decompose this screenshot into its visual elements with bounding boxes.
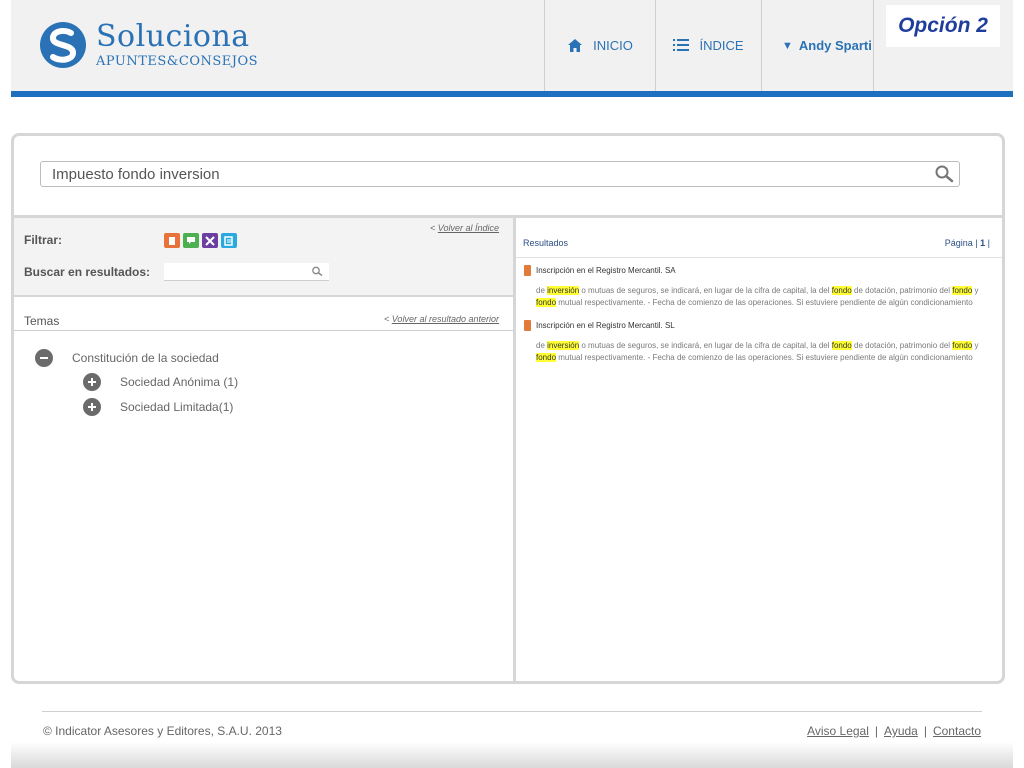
nav-indice-label: ÍNDICE — [699, 38, 744, 53]
bottom-bar — [11, 742, 1013, 768]
footer-links: Aviso Legal | Ayuda | Contacto — [807, 724, 981, 738]
tree-item-label: Sociedad Limitada(1) — [120, 400, 234, 414]
filter-icons — [164, 233, 237, 248]
temas-title: Temas — [24, 314, 60, 328]
temas-header: Temas < Volver al resultado anterior — [14, 311, 513, 331]
document-icon — [524, 265, 531, 276]
nav-inicio-label: INICIO — [593, 38, 633, 53]
back-to-previous-link[interactable]: < Volver al resultado anterior — [384, 314, 499, 324]
ayuda-link[interactable]: Ayuda — [884, 724, 918, 738]
home-icon — [567, 38, 583, 53]
pagination-label: Página — [944, 238, 973, 248]
results-panel: Resultados Página | 1 | Inscripción en e… — [516, 218, 1002, 681]
list-icon — [673, 39, 690, 52]
footer-divider — [42, 711, 982, 712]
aviso-legal-link[interactable]: Aviso Legal — [807, 724, 869, 738]
filter-purple-icon[interactable] — [202, 233, 218, 248]
result-snippet: de inversión o mutuas de seguros, se ind… — [536, 341, 979, 362]
result-title[interactable]: Inscripción en el Registro Mercantil. SA — [536, 266, 676, 275]
logo-subtitle: APUNTES&CONSEJOS — [96, 53, 259, 69]
results-header: Resultados Página | 1 | — [516, 218, 1002, 258]
logo-s-icon — [40, 22, 86, 68]
filter-label: Filtrar: — [24, 233, 63, 247]
result-item[interactable]: Inscripción en el Registro Mercantil. SL… — [524, 320, 994, 364]
result-snippet: de inversión o mutuas de seguros, se ind… — [536, 286, 979, 307]
expand-icon[interactable] — [83, 398, 101, 416]
tree-item-sociedad-limitada[interactable]: Sociedad Limitada(1) — [83, 398, 233, 416]
results-title: Resultados — [523, 238, 569, 248]
tree-item-label: Constitución de la sociedad — [72, 351, 219, 365]
nav-indice[interactable]: ÍNDICE — [655, 0, 761, 91]
contacto-link[interactable]: Contacto — [933, 724, 981, 738]
collapse-icon[interactable] — [35, 349, 53, 367]
tree-item-sociedad-anonima[interactable]: Sociedad Anónima (1) — [83, 373, 238, 391]
pagination-current[interactable]: 1 — [980, 238, 985, 248]
filter-area: Filtrar: < Volver al Índice Buscar en re… — [14, 218, 513, 297]
tree-item-label: Sociedad Anónima (1) — [120, 375, 239, 389]
filter-panel: Filtrar: < Volver al Índice Buscar en re… — [14, 218, 513, 681]
filter-green-icon[interactable] — [183, 233, 199, 248]
user-menu[interactable]: ▼ Andy Sparti — [761, 0, 874, 91]
tree-item-constitucion[interactable]: Constitución de la sociedad — [35, 349, 219, 367]
search-icon[interactable] — [929, 165, 959, 183]
document-icon — [524, 320, 531, 331]
filter-cyan-icon[interactable] — [221, 233, 237, 248]
search-query: Impuesto fondo inversion — [52, 165, 220, 183]
pagination: Página | 1 | — [944, 238, 990, 248]
expand-icon[interactable] — [83, 373, 101, 391]
footer-separator: | — [923, 724, 927, 738]
option-badge: Opción 2 — [886, 5, 1000, 47]
nav-inicio[interactable]: INICIO — [544, 0, 655, 91]
user-name: Andy Sparti — [798, 38, 872, 53]
copyright: © Indicator Asesores y Editores, S.A.U. … — [43, 724, 282, 738]
caret-down-icon: ▼ — [782, 39, 793, 52]
logo-title: Soluciona — [96, 18, 250, 54]
result-item[interactable]: Inscripción en el Registro Mercantil. SA… — [524, 265, 994, 309]
main-nav: INICIO ÍNDICE ▼ Andy Sparti — [544, 0, 874, 91]
logo[interactable]: Soluciona APUNTES&CONSEJOS — [38, 20, 258, 70]
search-input[interactable]: Impuesto fondo inversion — [40, 161, 960, 187]
app-header: Soluciona APUNTES&CONSEJOS INICIO ÍNDICE… — [11, 0, 1013, 97]
back-to-index-link[interactable]: < Volver al Índice — [430, 223, 499, 233]
results-search-input[interactable] — [164, 263, 329, 281]
search-results-label: Buscar en resultados: — [24, 265, 151, 279]
footer-separator: | — [874, 724, 879, 738]
filter-orange-icon[interactable] — [164, 233, 180, 248]
search-icon[interactable] — [311, 263, 323, 281]
main-frame: Impuesto fondo inversion Filtrar: < Volv… — [11, 133, 1005, 684]
result-title[interactable]: Inscripción en el Registro Mercantil. SL — [536, 321, 675, 330]
